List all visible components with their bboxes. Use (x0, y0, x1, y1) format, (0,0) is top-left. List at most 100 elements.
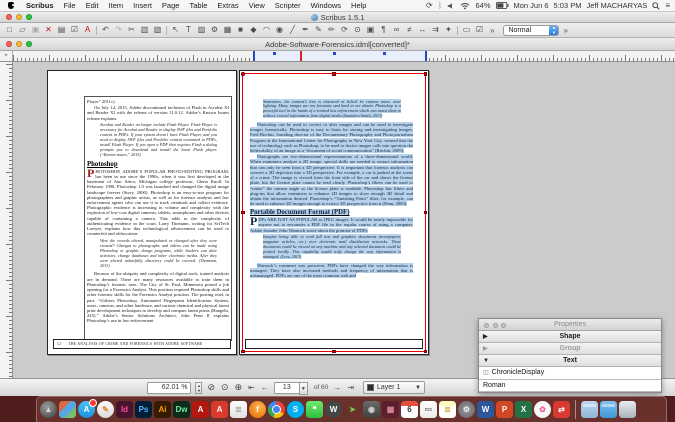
zoom-window-button[interactable] (26, 14, 32, 20)
cut-icon[interactable]: ✂ (125, 23, 138, 37)
insert-calligraphic-icon[interactable]: ✏ (325, 23, 338, 37)
paste-icon[interactable]: ▧ (151, 23, 164, 37)
save-icon[interactable]: ▣ (29, 23, 42, 37)
textedit-icon[interactable]: ≣ (230, 401, 247, 418)
toolbar-overflow-chevron-2[interactable]: » (559, 26, 571, 35)
minimize-window-button[interactable] (16, 14, 22, 20)
volume-icon[interactable] (447, 2, 455, 10)
palette-minimize-button[interactable] (493, 323, 498, 328)
undo-icon[interactable]: ↶ (99, 23, 112, 37)
page-12[interactable]: Player” 2011c). On July 14, 2015, Adobe … (47, 70, 237, 355)
insert-freehand-icon[interactable]: ✎ (312, 23, 325, 37)
copy-icon[interactable]: ▥ (138, 23, 151, 37)
downloads-folder-icon[interactable] (600, 401, 617, 418)
properties-palette[interactable]: Properties ▶ Shape ▶ Group ▼ Text ◫ Chro… (478, 318, 662, 393)
logged-in-user[interactable]: Jeff MACHARYAS (586, 1, 647, 10)
zoom-out-button[interactable]: ⊘ (206, 382, 216, 393)
vertical-ruler[interactable] (0, 62, 13, 378)
app-store-icon[interactable]: A (78, 401, 95, 418)
zoom-100-button[interactable]: ⊙ (220, 382, 230, 393)
section-text[interactable]: ▼ Text (479, 355, 661, 367)
insert-text-frame-icon[interactable]: T (182, 23, 195, 37)
powerpoint-icon[interactable]: P (496, 401, 513, 418)
insert-render-frame-icon[interactable]: ⚙ (208, 23, 221, 37)
indesign-icon[interactable]: Id (116, 401, 133, 418)
documents-folder-icon[interactable] (581, 401, 598, 418)
notification-center-icon[interactable]: ≡ (665, 0, 670, 12)
story-editor-icon[interactable]: ¶ (377, 23, 390, 37)
rotate-item-icon[interactable]: ⟳ (338, 23, 351, 37)
layer-select[interactable]: Layer 1 ▼ (363, 381, 425, 394)
resize-handle[interactable] (241, 72, 245, 76)
apple-menu-icon[interactable] (8, 2, 14, 9)
insert-arc-icon[interactable]: ◠ (260, 23, 273, 37)
font-family-select[interactable]: ◫ ChronicleDisplay (479, 367, 661, 380)
resize-handle[interactable] (424, 211, 428, 215)
launchpad-icon[interactable]: ▲ (40, 401, 57, 418)
pages-icon[interactable]: ✎ (97, 401, 114, 418)
properties-palette-titlebar[interactable]: Properties (479, 319, 661, 331)
zoom-level-field[interactable]: 62.01 % (147, 382, 191, 394)
system-preferences-icon[interactable]: ⚙ (458, 401, 475, 418)
mirroring-icon[interactable]: ⇄ (553, 401, 570, 418)
tab-stop-marker[interactable] (383, 52, 386, 55)
wifi-icon[interactable] (460, 2, 470, 10)
resize-handle[interactable] (424, 350, 428, 354)
zoom-in-button[interactable]: ⊕ (234, 382, 244, 393)
mission-control-icon[interactable] (59, 401, 76, 418)
horizontal-ruler[interactable]: ⌖ (0, 51, 675, 62)
insert-polygon-icon[interactable]: ◆ (247, 23, 260, 37)
collapsed-arrow-icon[interactable]: ▶ (483, 331, 488, 343)
left-text-frame[interactable]: Player” 2011c). On July 14, 2015, Adobe … (84, 96, 232, 341)
zoom-stepper[interactable]: ▲▼ (195, 382, 202, 394)
last-page-button[interactable]: ⇥ (346, 383, 355, 392)
first-page-button[interactable]: ⇤ (247, 383, 256, 392)
unlink-text-frames-icon[interactable]: ≠ (403, 23, 416, 37)
spotlight-search-icon[interactable] (652, 2, 660, 10)
doc-zoom-button[interactable] (26, 41, 32, 47)
bluetooth-icon[interactable]: ᛒ (438, 0, 443, 12)
insert-image-frame-icon[interactable]: ▨ (195, 23, 208, 37)
page-13[interactable]: Sometimes, the camera’s lens is obscured… (239, 70, 429, 355)
sync-icon[interactable]: ⟳ (426, 0, 433, 12)
illustrator-icon[interactable]: Ai (154, 401, 171, 418)
tab-stop-marker[interactable] (333, 52, 336, 55)
font-style-select[interactable]: Roman (479, 380, 661, 393)
close-window-button[interactable] (6, 14, 12, 20)
dreamweaver-icon[interactable]: Dw (173, 401, 190, 418)
excel-icon[interactable]: X (515, 401, 532, 418)
next-page-button[interactable]: → (332, 383, 342, 392)
photos-collage-icon[interactable]: ▦ (382, 401, 399, 418)
photo-booth-icon[interactable]: ◉ (363, 401, 380, 418)
insert-bezier-icon[interactable]: ✒ (299, 23, 312, 37)
skype-icon[interactable]: S (287, 401, 304, 418)
insert-spiral-icon[interactable]: ◉ (273, 23, 286, 37)
select-stepper-icon[interactable]: ▲▼ (549, 26, 558, 35)
paper-plane-icon[interactable]: ➤ (344, 401, 361, 418)
menu-bar-date[interactable]: Mon Jun 6 (514, 1, 549, 10)
resize-handle[interactable] (241, 211, 245, 215)
copy-item-properties-icon[interactable]: ⇉ (429, 23, 442, 37)
palette-zoom-button[interactable] (501, 323, 506, 328)
photoshop-icon[interactable]: Ps (135, 401, 152, 418)
palette-close-button[interactable] (484, 323, 489, 328)
preflight-verifier-icon[interactable]: ☑ (68, 23, 81, 37)
section-shape[interactable]: ▶ Shape (479, 331, 661, 343)
doc-close-button[interactable] (6, 41, 12, 47)
selected-text-frame[interactable]: Sometimes, the camera’s lens is obscured… (242, 73, 426, 352)
insert-line-icon[interactable]: ╱ (286, 23, 299, 37)
select-item-icon[interactable]: ↖ (169, 23, 182, 37)
layer-dropdown-arrow-icon[interactable]: ▼ (415, 385, 421, 391)
resize-handle[interactable] (241, 350, 245, 354)
firefox-icon[interactable]: f (249, 401, 266, 418)
insert-table-icon[interactable]: ▦ (221, 23, 234, 37)
preview-mode-select[interactable]: Normal ▲▼ (503, 25, 559, 36)
photos-icon[interactable]: ✿ (534, 401, 551, 418)
messages-icon[interactable]: ❝ (306, 401, 323, 418)
ruler-origin-box[interactable]: ⌖ (0, 51, 13, 61)
zoom-icon[interactable]: ⊙ (351, 23, 364, 37)
measurements-icon[interactable]: ↔ (416, 23, 429, 37)
save-as-pdf-icon[interactable]: A (81, 23, 94, 37)
redo-icon[interactable]: ↷ (112, 23, 125, 37)
link-text-frames-icon[interactable]: ∞ (390, 23, 403, 37)
